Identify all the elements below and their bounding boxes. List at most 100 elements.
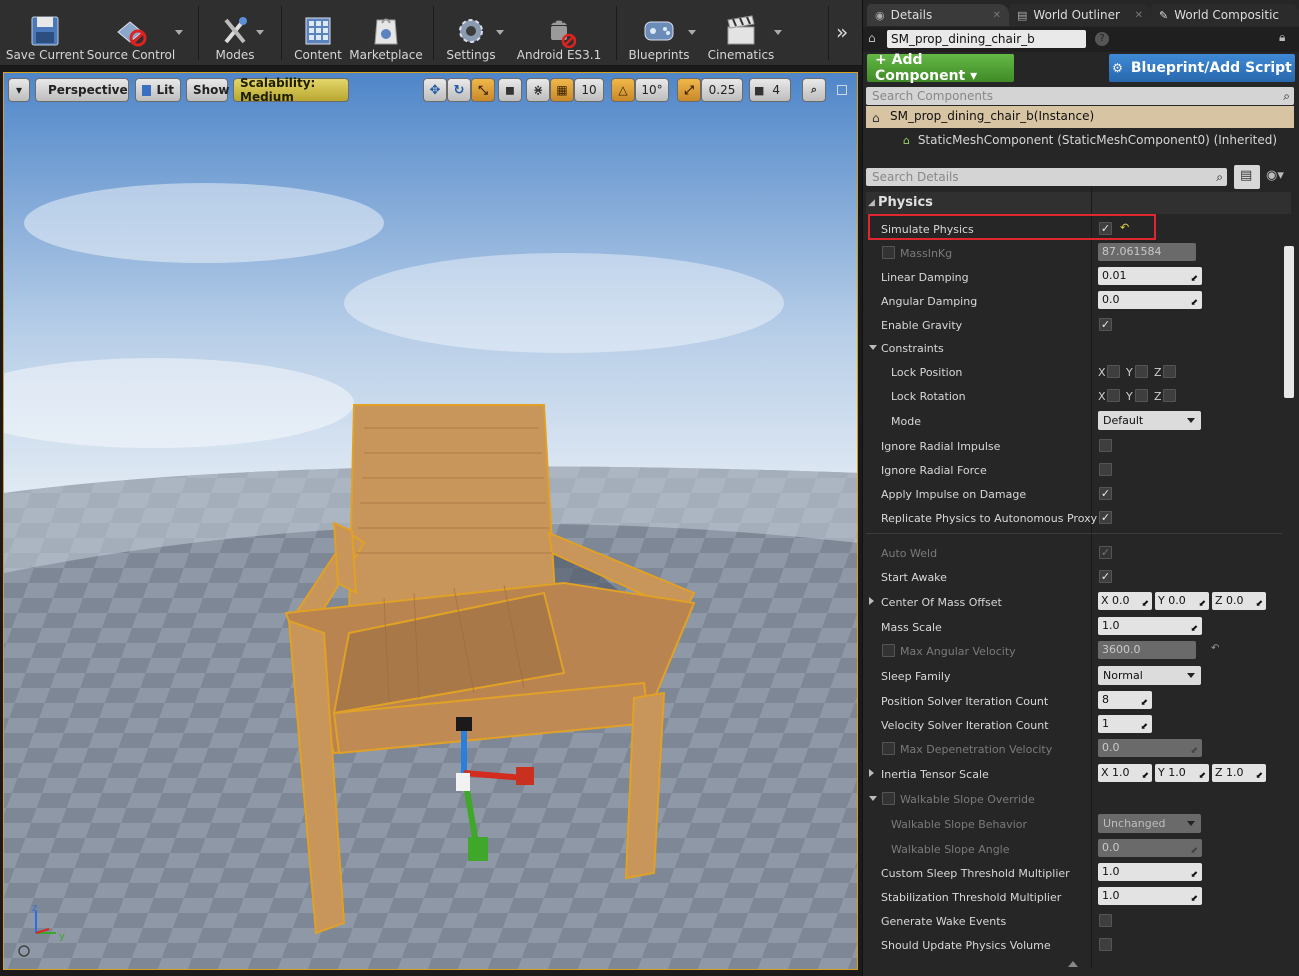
- maximize-viewport-button[interactable]: ⌕: [802, 78, 826, 102]
- stabilization-threshold-field[interactable]: 1.0 ⬋: [1098, 887, 1202, 905]
- close-icon[interactable]: ✕: [1135, 10, 1143, 21]
- component-static-mesh-row[interactable]: ⌂ StaticMeshComponent (StaticMeshCompone…: [903, 133, 1277, 147]
- rotate-mode-button[interactable]: ↻: [447, 78, 471, 102]
- tab-details[interactable]: ◉ Details ✕: [867, 4, 1009, 26]
- cinematics-button[interactable]: Cinematics: [706, 4, 776, 64]
- inertia-x-field[interactable]: X 1.0 ⬋: [1098, 764, 1152, 782]
- details-scrollbar[interactable]: [1284, 246, 1294, 398]
- translate-mode-button[interactable]: ✥: [423, 78, 447, 102]
- lock-position-y-checkbox[interactable]: [1135, 365, 1148, 378]
- scroll-up-arrow-icon[interactable]: [1068, 961, 1078, 967]
- max-depenetration-field[interactable]: 0.0 ⬋: [1098, 739, 1202, 757]
- rotation-snap-toggle[interactable]: △: [611, 78, 635, 102]
- source-control-dropdown-caret[interactable]: [175, 30, 183, 35]
- lock-rotation-y-checkbox[interactable]: [1135, 389, 1148, 402]
- source-control-button[interactable]: Source Control: [87, 4, 175, 64]
- mass-field[interactable]: 87.061584: [1098, 243, 1196, 261]
- rotation-snap-value[interactable]: 10°: [635, 78, 669, 102]
- constraints-row[interactable]: Constraints: [866, 336, 1291, 360]
- max-angular-velocity-checkbox[interactable]: [882, 644, 895, 657]
- mode-dropdown[interactable]: Default: [1098, 411, 1201, 430]
- linear-damping-field[interactable]: 0.01 ⬋: [1098, 267, 1202, 285]
- scalability-button[interactable]: Scalability: Medium: [233, 76, 349, 104]
- add-component-button[interactable]: + Add Component ▾: [867, 52, 1014, 84]
- mass-override-checkbox[interactable]: [882, 246, 895, 259]
- search-details-input[interactable]: Search Details ⌕: [866, 168, 1227, 186]
- scale-snap-toggle[interactable]: ⤢: [677, 78, 701, 102]
- content-button[interactable]: Content: [290, 4, 346, 64]
- blueprints-button[interactable]: Blueprints: [625, 4, 693, 64]
- level-viewport[interactable]: z y ▾ Perspective Lit Show Scalability: …: [3, 72, 858, 970]
- camera-speed-button[interactable]: ■ 4: [749, 78, 791, 102]
- mass-scale-field[interactable]: 1.0 ⬋: [1098, 617, 1202, 635]
- angular-damping-field[interactable]: 0.0 ⬋: [1098, 291, 1202, 309]
- max-depenetration-checkbox[interactable]: [882, 742, 895, 755]
- actor-name-field[interactable]: SM_prop_dining_chair_b: [887, 30, 1086, 48]
- modes-dropdown-caret[interactable]: [256, 30, 264, 35]
- ignore-radial-impulse-checkbox[interactable]: [1099, 439, 1112, 452]
- position-solver-field[interactable]: 8 ⬋: [1098, 691, 1152, 709]
- search-components-input[interactable]: Search Components ⌕: [866, 87, 1294, 105]
- generate-wake-events-checkbox[interactable]: [1099, 914, 1112, 927]
- start-awake-checkbox[interactable]: ✓: [1099, 570, 1112, 583]
- expand-triangle-icon[interactable]: [869, 769, 874, 777]
- com-x-field[interactable]: X 0.0 ⬋: [1098, 592, 1152, 610]
- com-z-field[interactable]: Z 0.0 ⬋: [1212, 592, 1266, 610]
- walkable-slope-override-checkbox[interactable]: [882, 792, 895, 805]
- blueprints-dropdown-caret[interactable]: [688, 30, 696, 35]
- lock-icon[interactable]: 🔒︎: [1279, 30, 1285, 45]
- component-instance-row[interactable]: ⌂ SM_prop_dining_chair_b(Instance): [866, 106, 1294, 128]
- property-matrix-button[interactable]: ▤: [1234, 165, 1260, 189]
- velocity-solver-field[interactable]: 1 ⬋: [1098, 715, 1152, 733]
- expand-triangle-icon[interactable]: [869, 796, 877, 801]
- walkable-slope-override-row: Walkable Slope Override: [866, 787, 1291, 811]
- auto-weld-checkbox[interactable]: ✓: [1099, 546, 1112, 559]
- coordinate-system-button[interactable]: ◼: [498, 78, 522, 102]
- walkable-slope-behavior-dropdown[interactable]: Unchanged: [1098, 814, 1201, 833]
- cinematics-dropdown-caret[interactable]: [774, 30, 782, 35]
- lock-rotation-x-checkbox[interactable]: [1107, 389, 1120, 402]
- com-y-field[interactable]: Y 0.0 ⬋: [1155, 592, 1209, 610]
- tab-world-outliner[interactable]: ▤ World Outliner ✕: [1009, 4, 1151, 26]
- expand-triangle-icon[interactable]: [869, 597, 874, 605]
- inertia-y-field[interactable]: Y 1.0 ⬋: [1155, 764, 1209, 782]
- restore-viewport-icon[interactable]: [837, 85, 847, 95]
- apply-impulse-checkbox[interactable]: ✓: [1099, 487, 1112, 500]
- max-angular-velocity-field[interactable]: 3600.0: [1098, 641, 1196, 659]
- close-icon[interactable]: ✕: [993, 10, 1001, 21]
- scale-mode-button[interactable]: ⤡: [471, 78, 495, 102]
- walkable-slope-angle-field[interactable]: 0.0 ⬋: [1098, 839, 1202, 857]
- perspective-button[interactable]: Perspective: [35, 78, 129, 102]
- surface-snap-button[interactable]: ⋇: [526, 78, 550, 102]
- update-physics-volume-checkbox[interactable]: [1099, 938, 1112, 951]
- marketplace-button[interactable]: Marketplace: [349, 4, 423, 64]
- settings-dropdown-caret[interactable]: [496, 30, 504, 35]
- sleep-family-dropdown[interactable]: Normal: [1098, 666, 1201, 685]
- launch-android-button[interactable]: Android ES3.1: [516, 4, 602, 64]
- settings-button[interactable]: Settings: [442, 4, 500, 64]
- toolbar-overflow-button[interactable]: »: [836, 20, 848, 44]
- ignore-radial-force-checkbox[interactable]: [1099, 463, 1112, 476]
- lock-rotation-z-checkbox[interactable]: [1163, 389, 1176, 402]
- show-button[interactable]: Show: [186, 78, 230, 102]
- reset-to-default-icon[interactable]: ↶: [1211, 643, 1219, 654]
- enable-gravity-checkbox[interactable]: ✓: [1099, 318, 1112, 331]
- lock-position-z-checkbox[interactable]: [1163, 365, 1176, 378]
- ignore-radial-force-row: Ignore Radial Force: [866, 458, 1291, 482]
- help-icon[interactable]: ?: [1095, 32, 1109, 46]
- save-current-button[interactable]: Save Current: [6, 4, 84, 64]
- custom-sleep-threshold-field[interactable]: 1.0 ⬋: [1098, 863, 1202, 881]
- physics-category-header[interactable]: ◢ Physics: [866, 192, 1291, 214]
- view-options-button[interactable]: ◉▾: [1266, 168, 1284, 183]
- tab-world-composition[interactable]: ✎ World Compositic: [1151, 4, 1299, 26]
- details-icon: ◉: [875, 8, 885, 22]
- viewport-options-button[interactable]: ▾: [8, 78, 30, 102]
- scale-snap-value[interactable]: 0.25: [701, 78, 743, 102]
- blueprint-add-script-button[interactable]: ⚙ Blueprint/Add Script: [1109, 54, 1295, 82]
- inertia-z-field[interactable]: Z 1.0 ⬋: [1212, 764, 1266, 782]
- grid-snap-value[interactable]: 10: [574, 78, 604, 102]
- lock-position-x-checkbox[interactable]: [1107, 365, 1120, 378]
- grid-snap-toggle[interactable]: ▦: [550, 78, 574, 102]
- lit-button[interactable]: Lit: [135, 78, 181, 102]
- replicate-physics-checkbox[interactable]: ✓: [1099, 511, 1112, 524]
